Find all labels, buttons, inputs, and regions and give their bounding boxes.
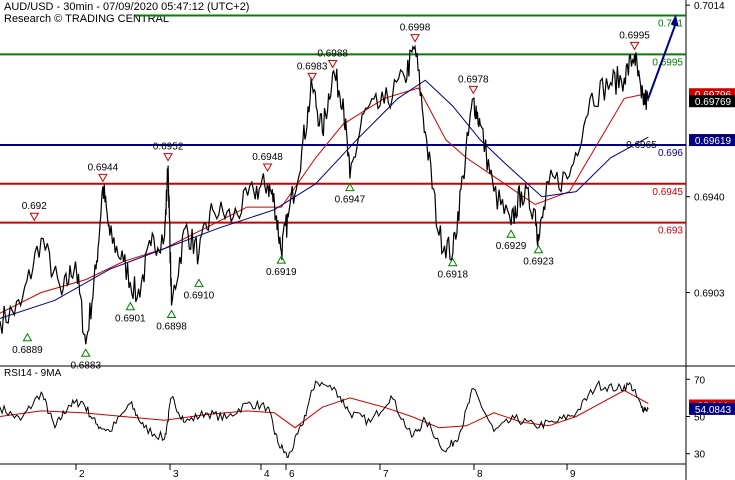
- swing-high-label: 0.6948: [252, 152, 283, 163]
- swing-high-label: 0.692: [22, 201, 47, 212]
- level-label: 0.6945: [652, 187, 683, 198]
- y-tick-label: 0.6903: [694, 289, 725, 300]
- x-tick-label: 7: [383, 469, 389, 480]
- swing-high-label: 0.6995: [619, 30, 650, 41]
- swing-high-marker: [468, 85, 479, 95]
- swing-high-label: 0.6998: [400, 23, 431, 34]
- swing-low-marker: [194, 278, 204, 287]
- swing-low-label: 0.6919: [266, 267, 297, 278]
- x-tick-label: 4: [264, 469, 270, 480]
- swing-high-marker: [262, 163, 273, 173]
- swing-high-marker: [410, 34, 420, 43]
- swing-low-marker: [166, 309, 177, 318]
- swing-low-label: 0.6901: [115, 314, 146, 325]
- swing-high-label: 0.6978: [458, 74, 489, 85]
- swing-low-marker: [506, 229, 516, 238]
- swing-low-label: 0.6947: [335, 195, 366, 206]
- price-tag-label: 0.69619: [695, 136, 732, 147]
- swing-low-label: 0.6889: [12, 345, 43, 356]
- x-tick-label: 8: [477, 469, 483, 480]
- swing-low-label: 0.6910: [184, 290, 215, 301]
- swing-high-marker: [327, 59, 338, 69]
- swing-high-marker: [98, 173, 108, 183]
- swing-high-marker: [163, 153, 173, 162]
- rsi-y-tick-label: 30: [694, 450, 706, 461]
- level-label: 0.6995: [652, 57, 683, 68]
- swing-low-label: 0.6929: [496, 241, 527, 252]
- x-tick-label: 9: [570, 469, 576, 480]
- y-tick-label: 0.6940: [694, 193, 725, 204]
- swing-low-label: 0.6918: [437, 270, 468, 281]
- swing-high-label: 0.6988: [317, 48, 348, 59]
- y-tick-label: 0.7014: [694, 1, 725, 12]
- rsi-ma-line: [0, 389, 649, 429]
- swing-high-label: 0.6944: [88, 162, 119, 173]
- level-label: 0.696: [658, 148, 683, 159]
- swing-low-label: 0.6923: [523, 257, 554, 268]
- swing-low-label: 0.6898: [156, 321, 187, 332]
- chart-canvas: 0.701 0.6995 0.696 0.6945 0.693 0.6889 0.6883 0…: [0, 0, 735, 480]
- swing-low-label: 0.6883: [70, 360, 101, 371]
- swing-high-marker: [307, 72, 317, 82]
- annotation-label: 0.6965: [626, 140, 657, 151]
- x-tick-label: 2: [79, 469, 85, 480]
- swing-high-label: 0.6952: [153, 142, 184, 153]
- level-label: 0.701: [658, 19, 683, 30]
- swing-low-marker: [22, 332, 33, 342]
- swing-high-marker: [29, 212, 40, 222]
- rsi-line: [0, 379, 649, 459]
- price-tag-label: 0.69769: [695, 97, 732, 108]
- level-label: 0.693: [658, 226, 683, 237]
- rsi-y-tick-label: 70: [694, 375, 706, 386]
- rsi-tag-label: 54.0843: [695, 405, 732, 416]
- swing-high-marker: [629, 41, 640, 51]
- x-tick-label: 3: [173, 469, 179, 480]
- swing-low-marker: [533, 244, 544, 254]
- swing-low-marker: [80, 348, 91, 357]
- swing-high-label: 0.6983: [297, 61, 328, 72]
- swing-low-marker: [125, 301, 136, 311]
- x-tick-label: 6: [289, 469, 295, 480]
